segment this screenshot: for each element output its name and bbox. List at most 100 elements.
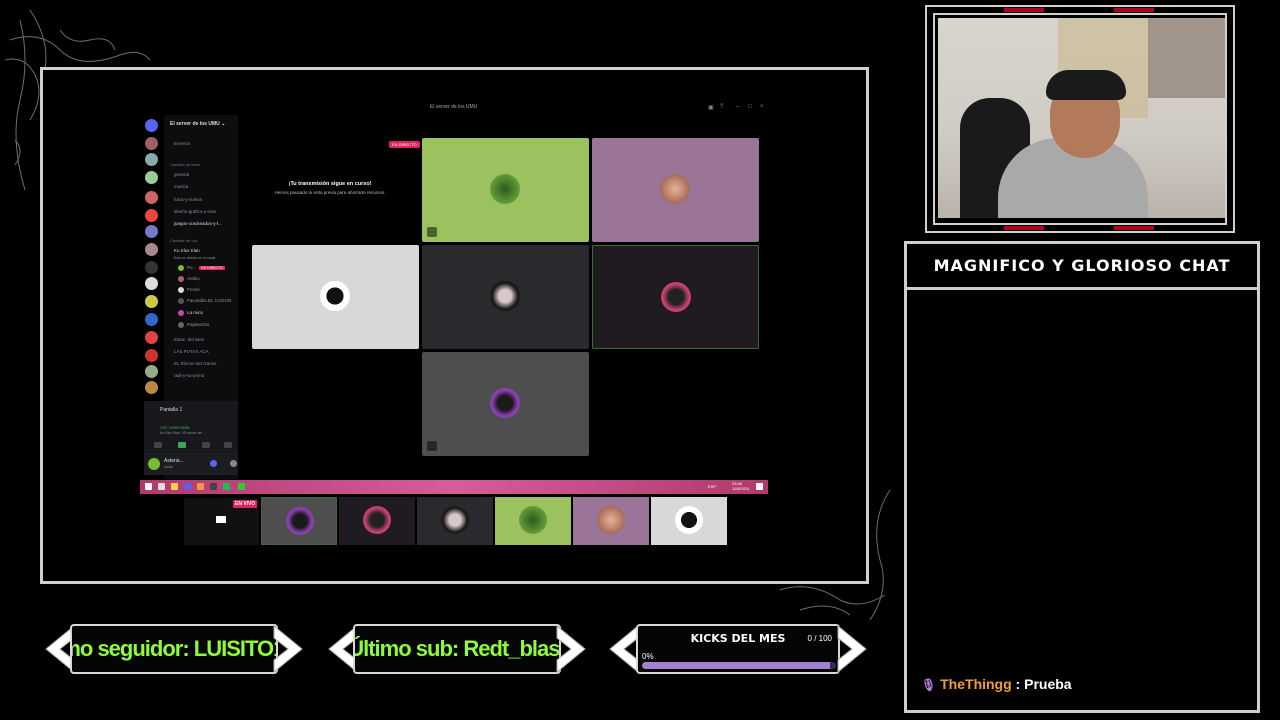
voice-channel[interactable]: Ku Klux Klan bbox=[174, 248, 200, 253]
clock[interactable]: 23:46 11/8/2024 bbox=[732, 481, 750, 491]
video-tile[interactable] bbox=[252, 245, 419, 349]
voice-channel[interactable]: Estac. del Seni bbox=[174, 337, 204, 342]
headphones-icon[interactable] bbox=[210, 460, 217, 467]
inbox-icon[interactable]: ▣ bbox=[708, 104, 714, 111]
activities-icon[interactable] bbox=[202, 442, 210, 448]
text-category[interactable]: Canales de texto bbox=[170, 162, 200, 167]
server-icon[interactable] bbox=[145, 209, 158, 222]
avatar[interactable] bbox=[148, 458, 160, 470]
banner-body: Último sub: Redt_blast bbox=[353, 624, 561, 674]
camera-icon[interactable] bbox=[154, 442, 162, 448]
search-icon[interactable] bbox=[158, 483, 165, 490]
voice-status-panel: Voz conectada Ku Klux Klan / El server d… bbox=[144, 421, 238, 453]
events-link[interactable]: Eventos bbox=[174, 141, 190, 146]
video-tile[interactable] bbox=[592, 245, 759, 349]
avatar bbox=[320, 281, 350, 311]
keyboard-lang[interactable]: ESP bbox=[708, 484, 716, 489]
start-icon[interactable] bbox=[145, 483, 152, 490]
voice-user[interactable]: Facundito EL CAGON bbox=[178, 298, 231, 304]
server-icon[interactable] bbox=[145, 381, 158, 394]
chevron-right-icon bbox=[556, 624, 586, 674]
channel-diseno[interactable]: diseño-grafico-y-mas bbox=[174, 209, 216, 214]
spotify-icon[interactable] bbox=[223, 483, 230, 490]
chrome-icon[interactable] bbox=[197, 483, 204, 490]
avatar bbox=[597, 506, 625, 534]
dm-home-icon[interactable] bbox=[145, 119, 158, 132]
voice-channel[interactable]: LAS PUTAS ACA bbox=[174, 349, 209, 354]
server-icon[interactable] bbox=[145, 137, 158, 150]
voice-category[interactable]: Canales de voz bbox=[170, 238, 198, 243]
stream-thumbnail[interactable] bbox=[651, 497, 727, 545]
screen-share-icon[interactable] bbox=[178, 442, 186, 448]
stream-thumbnail[interactable] bbox=[573, 497, 649, 545]
server-icon[interactable] bbox=[145, 277, 158, 290]
settings-icon[interactable] bbox=[230, 460, 237, 467]
app-icon[interactable] bbox=[238, 483, 245, 490]
close-icon[interactable]: × bbox=[760, 104, 764, 110]
voice-channel[interactable]: EL Rincon del Ganso bbox=[174, 361, 216, 366]
voice-channel[interactable]: radi-y-su-primo bbox=[174, 373, 204, 378]
voice-user[interactable]: Po... EN DIRECTO bbox=[178, 265, 225, 271]
server-icon[interactable] bbox=[145, 171, 158, 184]
kicks-count: 0 / 100 bbox=[807, 634, 832, 643]
video-tile[interactable] bbox=[592, 138, 759, 242]
stream-icon bbox=[427, 227, 437, 237]
server-icon[interactable] bbox=[145, 153, 158, 166]
voice-status[interactable]: Voz conectada bbox=[160, 425, 190, 430]
user-name[interactable]: Asteria... bbox=[164, 458, 184, 464]
server-icon[interactable] bbox=[145, 261, 158, 274]
maximize-icon[interactable]: □ bbox=[748, 104, 752, 110]
server-icon[interactable] bbox=[145, 295, 158, 308]
stream-thumbnail[interactable] bbox=[261, 497, 337, 545]
chevron-left-icon bbox=[609, 624, 639, 674]
live-badge: EN DIRECTO bbox=[199, 266, 225, 271]
voice-user[interactable]: La mica bbox=[178, 310, 203, 316]
server-name[interactable]: El server de los UMU ⌄ bbox=[170, 121, 225, 127]
voice-user[interactable]: Frozel bbox=[178, 287, 200, 293]
minimize-icon[interactable]: – bbox=[736, 104, 739, 110]
chat-separator: : bbox=[1011, 676, 1025, 692]
channel-general[interactable]: general bbox=[174, 172, 189, 177]
server-icon[interactable] bbox=[145, 243, 158, 256]
kicks-percent: 0% bbox=[642, 652, 654, 661]
server-icon[interactable] bbox=[145, 225, 158, 238]
help-icon[interactable]: ? bbox=[720, 104, 723, 110]
notifications-icon[interactable] bbox=[756, 483, 763, 490]
server-icon[interactable] bbox=[145, 331, 158, 344]
avatar bbox=[490, 174, 520, 204]
channel-fotos[interactable]: fotos-y-videos bbox=[174, 197, 202, 202]
video-tile[interactable] bbox=[422, 352, 589, 456]
avatar bbox=[660, 174, 690, 204]
chevron-right-icon bbox=[273, 624, 303, 674]
kicks-goal-body: KICKS DEL MES 0 / 100 0% bbox=[636, 624, 840, 674]
stream-thumbnail[interactable] bbox=[495, 497, 571, 545]
discord-icon[interactable] bbox=[184, 483, 191, 490]
voice-user[interactable]: Papitachito bbox=[178, 322, 209, 328]
live-badge: EN VIVO bbox=[233, 500, 258, 508]
banner-body: Último seguidor: LUISITO1933 bbox=[70, 624, 278, 674]
last-sub-text: Último sub: Redt_blast bbox=[355, 636, 559, 661]
server-icon[interactable] bbox=[145, 365, 158, 378]
channel-musica[interactable]: musica bbox=[174, 184, 188, 189]
stream-thumbnail[interactable] bbox=[417, 497, 493, 545]
discord-titlebar: El server de los UMU ▣ ? – □ × bbox=[140, 101, 770, 115]
discord-window: El server de los UMU ▣ ? – □ × El server… bbox=[140, 101, 770, 479]
chat-username[interactable]: TheThingg bbox=[940, 676, 1012, 692]
avatar bbox=[490, 281, 520, 311]
kicks-progress-fill bbox=[642, 662, 831, 669]
server-icon[interactable] bbox=[145, 191, 158, 204]
video-tile[interactable] bbox=[422, 245, 589, 349]
server-icon[interactable] bbox=[145, 349, 158, 362]
avatar bbox=[286, 507, 314, 535]
stream-thumbnail[interactable] bbox=[339, 497, 415, 545]
stream-paused-info: ¡Tu transmisión sigue en curso! Hemos pa… bbox=[260, 181, 400, 195]
app-icon[interactable] bbox=[210, 483, 217, 490]
avatar bbox=[661, 282, 691, 312]
channel-juegos[interactable]: juegos-crackeados-y-l... bbox=[174, 221, 222, 226]
soundboard-icon[interactable] bbox=[224, 442, 232, 448]
video-tile[interactable] bbox=[422, 138, 589, 242]
explorer-icon[interactable] bbox=[171, 483, 178, 490]
avatar bbox=[675, 506, 703, 534]
voice-user[interactable]: Anthio bbox=[178, 276, 200, 282]
server-icon[interactable] bbox=[145, 313, 158, 326]
